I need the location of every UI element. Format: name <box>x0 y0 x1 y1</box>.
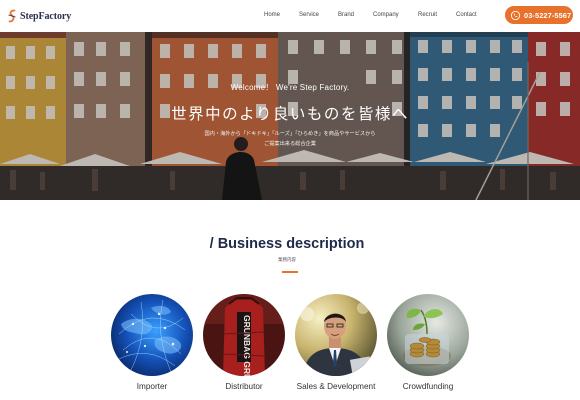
nav-brand[interactable]: Brand <box>338 12 354 18</box>
phone-icon <box>511 10 520 20</box>
nav-service[interactable]: Service <box>299 12 319 18</box>
hero-subtitle-line2: ご提案出来る総合企業 <box>264 141 316 147</box>
globe-network-image <box>111 294 193 376</box>
nav-recruit[interactable]: Recruit <box>418 12 437 18</box>
business-section-title: / Business description <box>209 236 365 252</box>
coins-plant-image <box>387 294 469 376</box>
phone-number: 03-5227-5567 <box>524 10 572 20</box>
nav-contact[interactable]: Contact <box>456 12 477 18</box>
site-header: StepFactory Home Service Brand Company R… <box>0 0 580 32</box>
phone-button[interactable]: 03-5227-5567 <box>505 6 573 24</box>
business-section-subtitle: 業務内容 <box>278 257 296 262</box>
bag-print-text: GRUNBAG GRU <box>242 315 252 376</box>
business-label-crowdfunding[interactable]: Crowdfunding <box>367 382 489 391</box>
nav-company[interactable]: Company <box>373 12 399 18</box>
hero-title: 世界中のより良いものを皆様へ <box>171 106 409 123</box>
grunbag-bag-image: GRUNBAG GRU <box>203 294 285 376</box>
hero-welcome-text: Welcome！ We're Step Factory. <box>230 83 350 92</box>
section-divider <box>282 271 298 273</box>
main-nav: Home Service Brand Company Recruit Conta… <box>0 12 580 22</box>
hero-subtitle-line1: 国内・海外から「ドキドキ」「ルーズ」「ひらめき」を商品やサービスから <box>204 131 376 137</box>
businessman-image <box>295 294 377 376</box>
nav-home[interactable]: Home <box>264 12 280 18</box>
hero-banner: Welcome！ We're Step Factory. 世界中のより良いものを… <box>0 32 580 200</box>
